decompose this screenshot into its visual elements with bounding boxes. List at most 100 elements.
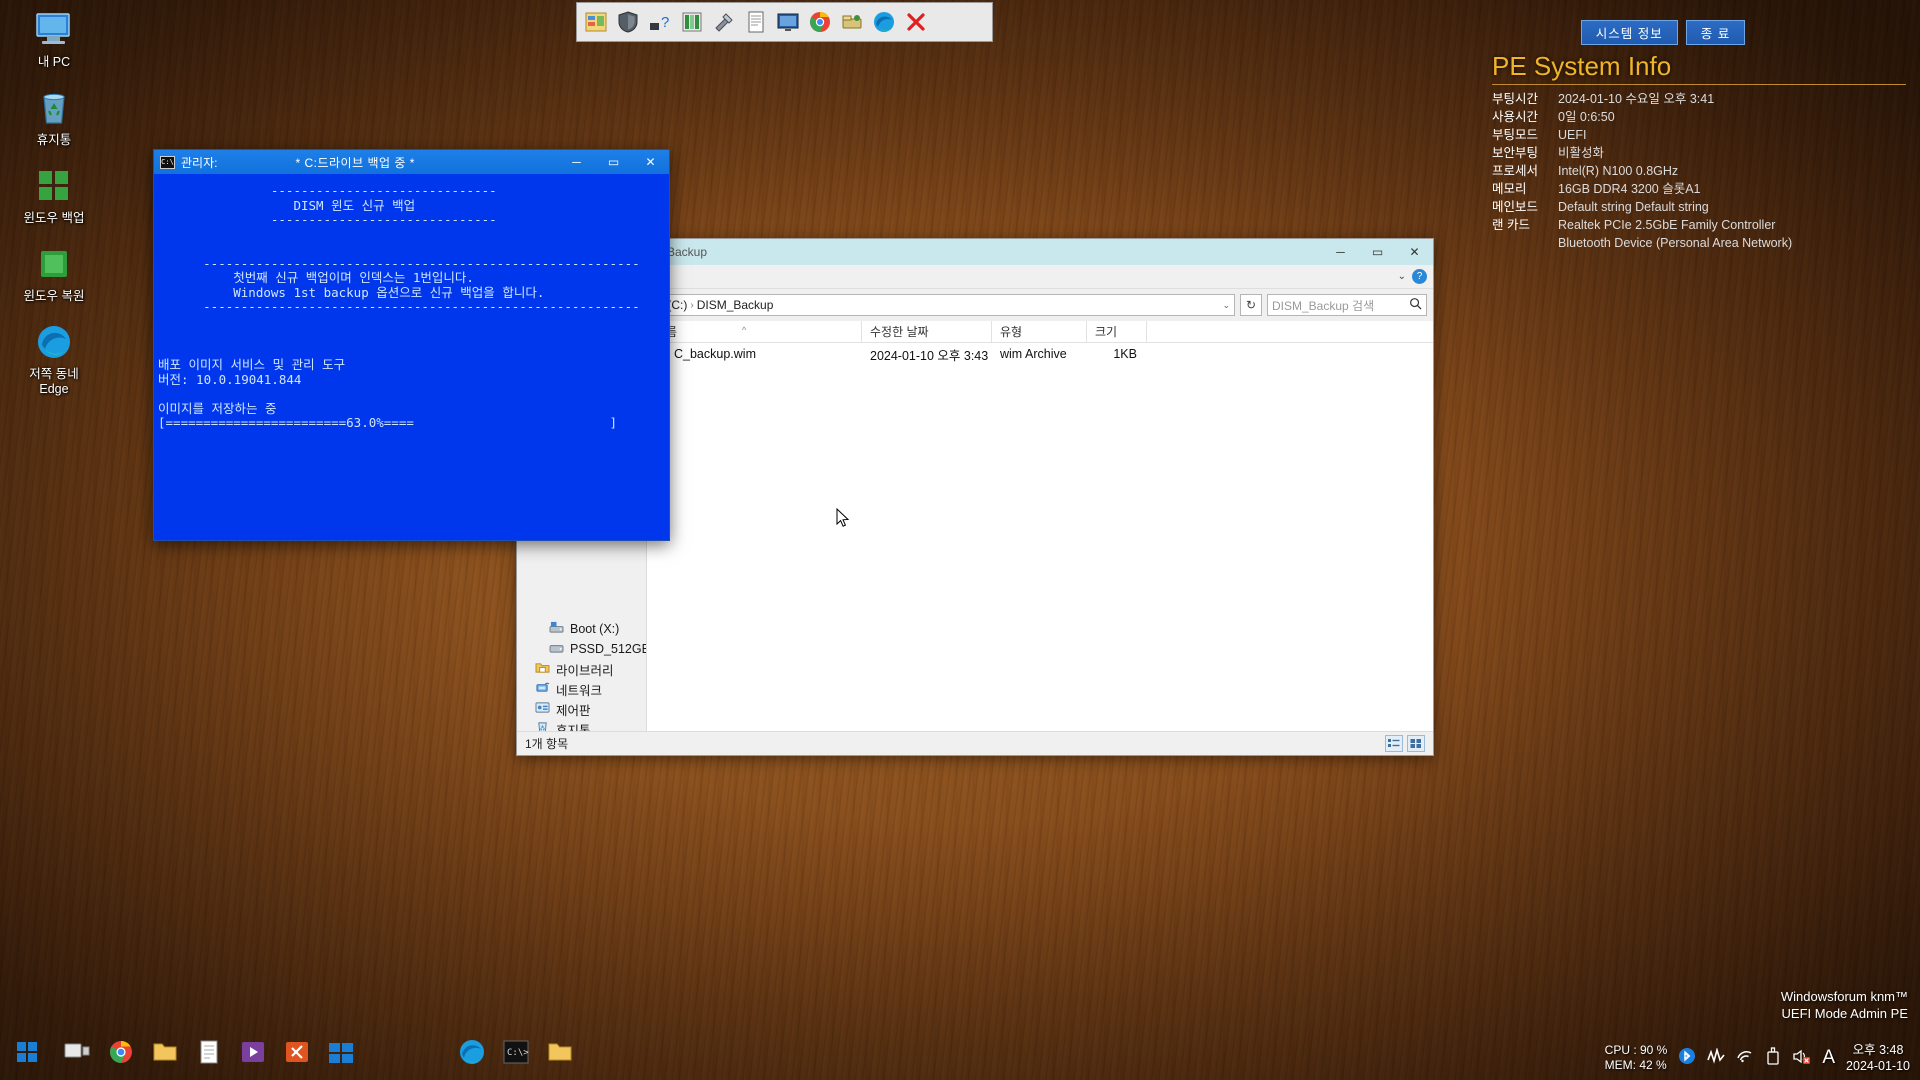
sidebar-item-label: 네트워크 — [556, 683, 603, 698]
edge-icon[interactable] — [869, 6, 899, 38]
cmd-titlebar[interactable]: C:\ 관리자: * C:드라이브 백업 중 * ─ ▭ ✕ — [154, 150, 669, 174]
cpu-usage-label: CPU : 90 % — [1604, 1043, 1668, 1057]
desktop-icon-my-pc[interactable]: 내 PC — [4, 8, 104, 70]
pe-info-value: Realtek PCIe 2.5GbE Family Controller — [1558, 218, 1776, 232]
address-dropdown-icon[interactable]: ⌄ — [1222, 300, 1230, 311]
desktop-icon-recycle-bin[interactable]: 휴지통 — [4, 86, 104, 148]
minimize-button[interactable]: ─ — [558, 150, 595, 174]
display-icon[interactable] — [773, 6, 803, 38]
desktop-icon-windows-restore[interactable]: 윈도우 복원 — [4, 242, 104, 304]
address-bar[interactable]: › Windows (C:) › DISM_Backup ⌄ — [604, 294, 1235, 316]
sort-ascending-icon: ^ — [742, 324, 747, 335]
bluetooth-icon[interactable] — [1678, 1047, 1696, 1069]
pe-info-value: 16GB DDR4 3200 슬롯A1 — [1558, 182, 1701, 196]
chrome-icon[interactable] — [104, 1033, 138, 1071]
cmd-admin-label: 관리자: — [181, 155, 218, 170]
edge-icon — [32, 320, 76, 364]
close-button[interactable]: ✕ — [632, 150, 669, 174]
desktop-icon-label: 내 PC — [37, 55, 71, 69]
tray-contents: CPU : 90 % MEM: 42 % A 오후 3:48 2024-01-1… — [1605, 1042, 1910, 1080]
column-header-date[interactable]: 수정한 날짜 — [862, 320, 992, 343]
shield-icon[interactable] — [613, 6, 643, 38]
pe-info-row: 사용시간 0일 0:6:50 — [1492, 108, 1906, 126]
sidebar-item-boot-x[interactable]: Boot (X:) — [517, 619, 646, 639]
system-info-button[interactable]: 시스템 정보 — [1580, 20, 1678, 45]
pe-info-key: 프로세서 — [1492, 164, 1539, 178]
details-view-button[interactable] — [1385, 735, 1403, 752]
watermark-line2: UEFI Mode Admin PE — [1781, 1006, 1908, 1021]
tools-icon[interactable] — [709, 6, 739, 38]
file-date-cell: 2024-01-10 오후 3:43 — [870, 348, 989, 363]
sidebar-item-pssd-512gb-y[interactable]: PSSD_512GB (Y:) — [517, 639, 646, 659]
usb-eject-icon[interactable] — [1765, 1047, 1781, 1069]
pe-button-row: 시스템 정보 종 료 — [1460, 20, 1906, 45]
wifi-icon[interactable] — [1736, 1048, 1754, 1068]
pe-info-row: 보안부팅 비활성화 — [1492, 144, 1906, 162]
network-icon[interactable] — [837, 6, 867, 38]
library-icon — [535, 661, 550, 677]
breadcrumb-item-dism-backup[interactable]: DISM_Backup — [697, 298, 774, 312]
sidebar-item-control-panel[interactable]: 제어판 — [517, 699, 646, 719]
volume-muted-icon[interactable] — [1792, 1048, 1811, 1069]
drive-icon — [549, 621, 564, 637]
search-icon[interactable] — [1409, 297, 1422, 313]
minimize-button[interactable]: ─ — [1322, 239, 1359, 265]
pe-info-value: 0일 0:6:50 — [1558, 110, 1615, 124]
column-header-type[interactable]: 유형 — [992, 320, 1087, 343]
pe-info-row-lan-secondary: Bluetooth Device (Personal Area Network) — [1492, 234, 1906, 252]
sidebar-item-network[interactable]: 네트워크 — [517, 679, 646, 699]
maximize-button[interactable]: ▭ — [595, 150, 632, 174]
network-icon — [535, 681, 550, 697]
pe-tools-dock: ? — [576, 2, 993, 42]
taskview-icon[interactable] — [60, 1033, 94, 1071]
sidebar-item-libraries[interactable]: 라이브러리 — [517, 659, 646, 679]
pe-info-row: 부팅모드 UEFI — [1492, 126, 1906, 144]
start-button[interactable] — [0, 1024, 54, 1080]
column-header-size[interactable]: 크기 — [1087, 320, 1147, 343]
notepad-icon[interactable] — [192, 1033, 226, 1071]
pe-info-value: Intel(R) N100 0.8GHz — [1558, 164, 1679, 178]
pe-tools-icon[interactable] — [581, 6, 611, 38]
cmd-console-window: C:\ 관리자: * C:드라이브 백업 중 * ─ ▭ ✕ ---------… — [153, 149, 670, 541]
chrome-icon[interactable] — [805, 6, 835, 38]
recycle-bin-icon — [32, 86, 76, 130]
column-header-name[interactable]: 이름 ^ — [647, 320, 862, 343]
pe-info-value: UEFI — [1558, 128, 1587, 142]
table-row[interactable]: C_backup.wim 2024-01-10 오후 3:43 wim Arch… — [647, 343, 1433, 365]
refresh-button[interactable]: ↻ — [1240, 294, 1262, 316]
notepad-icon[interactable] — [741, 6, 771, 38]
explorer-status-bar: 1개 항목 — [517, 731, 1433, 755]
explorer-task-icon[interactable] — [543, 1033, 577, 1071]
cmd-task-icon[interactable]: C:\> — [499, 1033, 533, 1071]
desktop-icon-edge[interactable]: 저쪽 동네 Edge — [4, 320, 104, 397]
cmd-title-text: * C:드라이브 백업 중 * — [295, 155, 415, 170]
media-icon[interactable] — [236, 1033, 270, 1071]
help-icon[interactable]: ? — [1412, 269, 1427, 284]
sidebar-item-label: Boot (X:) — [570, 622, 620, 636]
help-icon[interactable]: ? — [645, 6, 675, 38]
exit-button[interactable]: 종 료 — [1685, 20, 1746, 45]
edge-task-icon[interactable] — [455, 1033, 489, 1071]
desktop-icon-windows-backup[interactable]: 윈도우 백업 — [4, 164, 104, 226]
pe-info-row: 프로세서 Intel(R) N100 0.8GHz — [1492, 162, 1906, 180]
pe-info-key: 메인보드 — [1492, 200, 1539, 214]
chevron-down-icon[interactable]: ⌄ — [1398, 271, 1406, 282]
close-icon[interactable] — [901, 6, 931, 38]
large-icons-view-button[interactable] — [1407, 735, 1425, 752]
pe-info-value: Default string Default string — [1558, 200, 1709, 214]
file-name-label: C_backup.wim — [674, 347, 756, 361]
activity-icon[interactable] — [1707, 1047, 1725, 1068]
clock[interactable]: 오후 3:48 2024-01-10 — [1846, 1042, 1910, 1074]
maximize-button[interactable]: ▭ — [1359, 239, 1396, 265]
editor-icon[interactable] — [280, 1033, 314, 1071]
partition-icon[interactable] — [677, 6, 707, 38]
folder-icon[interactable] — [148, 1033, 182, 1071]
explorer-icon[interactable] — [324, 1033, 358, 1071]
close-button[interactable]: ✕ — [1396, 239, 1433, 265]
pe-title-divider — [1492, 84, 1906, 85]
pe-info-key: 랜 카드 — [1492, 218, 1530, 232]
sidebar-item-recycle-bin[interactable]: 휴지통 — [517, 719, 646, 731]
ime-icon[interactable]: A — [1822, 1047, 1835, 1069]
search-box[interactable]: DISM_Backup 검색 — [1267, 294, 1427, 316]
svg-text:?: ? — [661, 14, 669, 31]
